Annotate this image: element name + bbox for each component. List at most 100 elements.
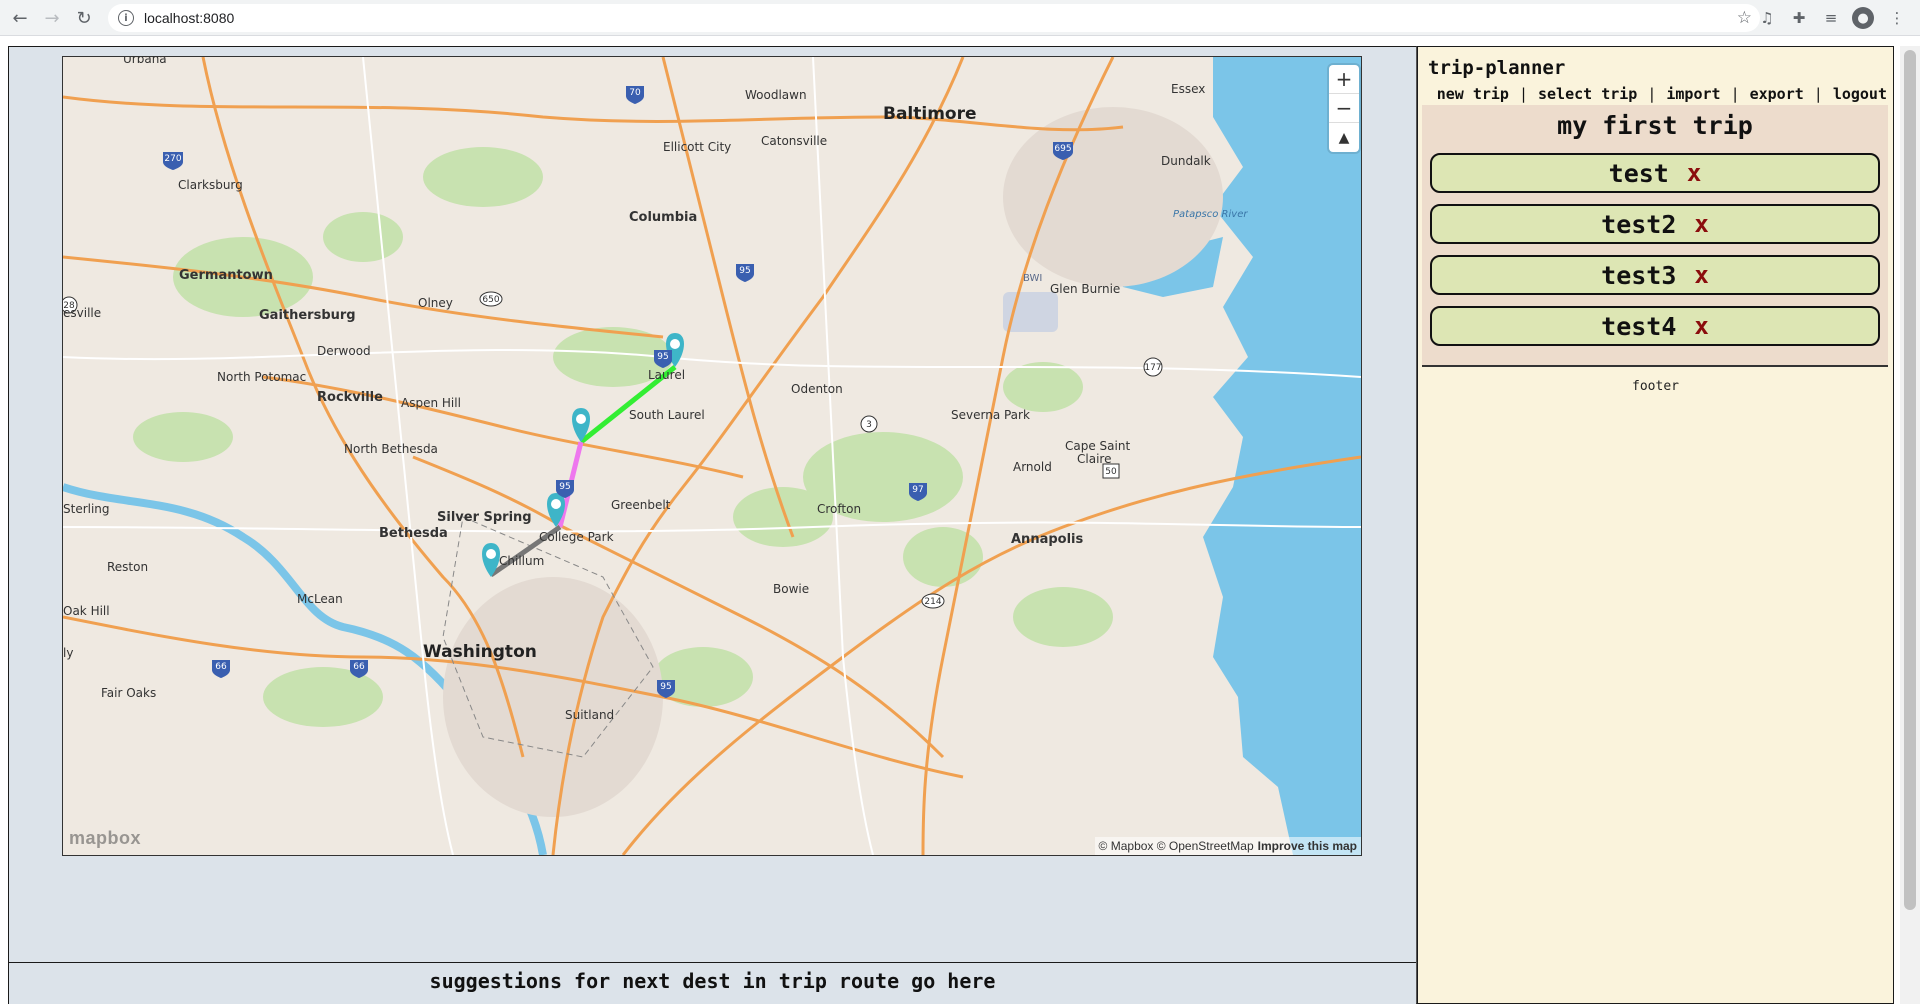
label-patapsco-river: Patapsco River xyxy=(1173,209,1248,220)
profile-avatar-icon[interactable]: ● xyxy=(1852,7,1874,29)
shield-i95d: 95 xyxy=(660,682,671,692)
reload-icon[interactable]: ↻ xyxy=(72,6,96,30)
browser-menu-icon[interactable]: ⋮ xyxy=(1886,7,1908,29)
map-navigation-control: + − ▲ xyxy=(1329,65,1359,152)
label-clarksburg: Clarksburg xyxy=(178,178,243,192)
destination-item[interactable]: test3 x xyxy=(1430,255,1880,295)
export-link[interactable]: export xyxy=(1750,85,1804,103)
bay-water xyxy=(1203,57,1361,855)
remove-destination-button[interactable]: x xyxy=(1687,159,1701,187)
suggestions-panel: suggestions for next dest in trip route … xyxy=(9,962,1416,1004)
label-sterling: Sterling xyxy=(63,502,110,516)
reading-list-icon[interactable]: ≡ xyxy=(1820,7,1842,29)
label-dundalk: Dundalk xyxy=(1161,154,1211,168)
shield-i95b: 95 xyxy=(657,352,668,362)
label-annapolis: Annapolis xyxy=(1011,532,1083,547)
label-oak-hill: Oak Hill xyxy=(63,604,110,618)
label-rockville: Rockville xyxy=(317,390,383,405)
menu-separator: | xyxy=(1647,85,1657,103)
destination-name[interactable]: test2 xyxy=(1601,210,1676,239)
shield-i270: 270 xyxy=(164,154,181,164)
label-mclean: McLean xyxy=(297,592,343,606)
shield-r650: 650 xyxy=(482,295,499,305)
sidebar: trip-planner new trip | select trip | im… xyxy=(1417,46,1894,1004)
label-catonsville: Catonsville xyxy=(761,134,827,148)
shield-i66b: 66 xyxy=(353,662,365,672)
trip-box: my first trip test x test2 x test3 x tes… xyxy=(1422,105,1888,367)
shield-i70: 70 xyxy=(629,88,641,98)
logout-link[interactable]: logout xyxy=(1833,85,1887,103)
zoom-out-button[interactable]: − xyxy=(1329,94,1359,123)
shield-i95a: 95 xyxy=(739,266,750,276)
site-info-icon[interactable]: i xyxy=(118,10,134,26)
back-arrow-icon[interactable]: ← xyxy=(8,6,32,30)
label-claire: Claire xyxy=(1077,452,1111,466)
compass-button[interactable]: ▲ xyxy=(1329,123,1359,152)
remove-destination-button[interactable]: x xyxy=(1694,261,1708,289)
shield-i66a: 66 xyxy=(215,662,227,672)
scrollbar-thumb[interactable] xyxy=(1904,50,1916,910)
remove-destination-button[interactable]: x xyxy=(1694,210,1708,238)
main-area: 70 270 695 95 95 95 28 650 177 3 97 50 2… xyxy=(8,46,1417,1004)
label-ellicott-city: Ellicott City xyxy=(663,140,731,154)
label-washington: Washington xyxy=(423,642,537,662)
attribution-osm[interactable]: © Mapbox © OpenStreetMap xyxy=(1099,839,1254,853)
label-aspen-hill: Aspen Hill xyxy=(401,396,461,410)
destination-item[interactable]: test x xyxy=(1430,153,1880,193)
browser-toolbar: ← → ↻ i localhost:8080 ☆ ♫ ✚ ≡ ● ⋮ xyxy=(0,0,1920,36)
destination-name[interactable]: test xyxy=(1609,159,1669,188)
mapbox-logo[interactable]: mapbox xyxy=(69,828,141,849)
shield-r3: 3 xyxy=(866,420,872,430)
improve-map-link[interactable]: Improve this map xyxy=(1258,839,1357,853)
label-gaithersburg: Gaithersburg xyxy=(259,308,356,323)
label-crofton: Crofton xyxy=(817,502,861,516)
label-arnold: Arnold xyxy=(1013,460,1052,474)
label-chillum: Chillum xyxy=(499,554,544,568)
label-college-park: College Park xyxy=(539,530,614,544)
map[interactable]: 70 270 695 95 95 95 28 650 177 3 97 50 2… xyxy=(62,56,1362,856)
bookmark-star-icon[interactable]: ☆ xyxy=(1737,8,1752,28)
label-laurel: Laurel xyxy=(648,368,685,382)
shield-i95c: 95 xyxy=(559,482,570,492)
new-trip-link[interactable]: new trip xyxy=(1437,85,1509,103)
label-reston: Reston xyxy=(107,560,148,574)
menu-separator: | xyxy=(1730,85,1740,103)
forward-arrow-icon[interactable]: → xyxy=(40,6,64,30)
label-silver-spring: Silver Spring xyxy=(437,510,532,525)
label-fair-oaks: Fair Oaks xyxy=(101,686,156,700)
menu-separator: | xyxy=(1518,85,1528,103)
url-text[interactable]: localhost:8080 xyxy=(144,10,234,26)
sidebar-menu: new trip | select trip | import | export… xyxy=(1437,85,1887,103)
address-bar[interactable]: i localhost:8080 ☆ xyxy=(108,4,1760,32)
remove-destination-button[interactable]: x xyxy=(1694,312,1708,340)
zoom-in-button[interactable]: + xyxy=(1329,65,1359,94)
label-urbana: Urbana xyxy=(123,57,167,66)
label-olney: Olney xyxy=(418,296,453,310)
trip-name: my first trip xyxy=(1557,111,1753,140)
label-ly: ly xyxy=(63,646,73,660)
label-cape-saint: Cape Saint xyxy=(1065,439,1130,453)
label-greenbelt: Greenbelt xyxy=(611,498,671,512)
map-canvas[interactable]: 70 270 695 95 95 95 28 650 177 3 97 50 2… xyxy=(63,57,1361,855)
page-scrollbar[interactable] xyxy=(1900,46,1920,1004)
shield-r177: 177 xyxy=(1144,363,1161,373)
select-trip-link[interactable]: select trip xyxy=(1538,85,1637,103)
shield-r214: 214 xyxy=(924,597,941,607)
label-columbia: Columbia xyxy=(629,210,697,225)
label-north-bethesda: North Bethesda xyxy=(344,442,438,456)
app-title: trip-planner xyxy=(1428,57,1566,79)
label-bethesda: Bethesda xyxy=(379,526,448,541)
map-attribution: © Mapbox © OpenStreetMap Improve this ma… xyxy=(1094,837,1361,855)
destination-item[interactable]: test2 x xyxy=(1430,204,1880,244)
label-derwood: Derwood xyxy=(317,344,371,358)
shield-i695: 695 xyxy=(1054,144,1071,154)
destination-item[interactable]: test4 x xyxy=(1430,306,1880,346)
label-esville: esville xyxy=(63,306,101,320)
label-south-laurel: South Laurel xyxy=(629,408,705,422)
footer: footer xyxy=(1632,379,1679,394)
destination-name[interactable]: test4 xyxy=(1601,312,1676,341)
extension-music-icon[interactable]: ♫ xyxy=(1756,7,1778,29)
import-link[interactable]: import xyxy=(1666,85,1720,103)
destination-name[interactable]: test3 xyxy=(1601,261,1676,290)
extensions-puzzle-icon[interactable]: ✚ xyxy=(1788,7,1810,29)
